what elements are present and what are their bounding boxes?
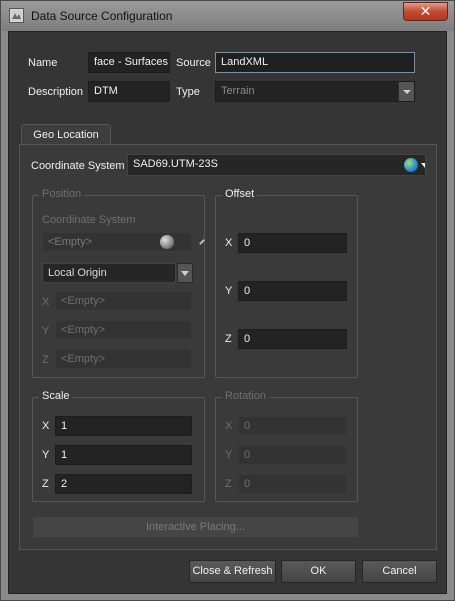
position-coord-system-label: Coordinate System bbox=[42, 214, 136, 226]
rotation-z-field[interactable]: 0 bbox=[238, 474, 347, 494]
scale-group: Scale X 1 Y 1 Z 2 bbox=[32, 390, 205, 502]
offset-x-field[interactable]: 0 bbox=[238, 233, 347, 253]
dialog-window: Data Source Configuration ✕ Name face - … bbox=[0, 0, 455, 601]
scale-x-label: X bbox=[42, 420, 50, 432]
position-z-label: Z bbox=[42, 354, 49, 366]
scale-group-title: Scale bbox=[39, 390, 73, 402]
globe-icon bbox=[404, 158, 418, 172]
close-refresh-button[interactable]: Close & Refresh bbox=[189, 560, 276, 583]
coord-system-value: SAD69.UTM-23S bbox=[133, 158, 218, 170]
description-label: Description bbox=[28, 86, 84, 98]
coord-system-label: Coordinate System bbox=[31, 160, 125, 172]
dialog-client: Name face - Surfaces Source LandXML Desc… bbox=[8, 31, 447, 594]
origin-select[interactable]: Local Origin bbox=[42, 263, 176, 283]
sphere-icon bbox=[160, 235, 174, 249]
name-field[interactable]: face - Surfaces bbox=[88, 52, 170, 73]
position-x-field[interactable]: <Empty> bbox=[55, 291, 192, 311]
title-bar[interactable]: Data Source Configuration ✕ bbox=[1, 1, 454, 31]
offset-group-title: Offset bbox=[222, 188, 258, 200]
rotation-y-field[interactable]: 0 bbox=[238, 445, 347, 465]
name-label: Name bbox=[28, 57, 58, 69]
type-select[interactable]: Terrain bbox=[215, 81, 415, 102]
cancel-button[interactable]: Cancel bbox=[362, 560, 437, 583]
tab-geo-location[interactable]: Geo Location bbox=[21, 124, 111, 146]
geo-location-panel: Coordinate System SAD69.UTM-23S Position… bbox=[19, 144, 437, 550]
interactive-placing-button[interactable]: Interactive Placing... bbox=[32, 516, 359, 538]
rotation-x-field[interactable]: 0 bbox=[238, 416, 347, 436]
offset-z-field[interactable]: 0 bbox=[238, 329, 347, 349]
description-field[interactable]: DTM bbox=[88, 81, 170, 102]
position-z-field[interactable]: <Empty> bbox=[55, 349, 192, 369]
chevron-down-icon bbox=[398, 82, 414, 101]
chevron-down-icon bbox=[421, 163, 425, 168]
position-y-field[interactable]: <Empty> bbox=[55, 320, 192, 340]
scale-x-field[interactable]: 1 bbox=[55, 416, 192, 436]
position-group-title: Position bbox=[39, 188, 85, 200]
offset-group: Offset X 0 Y 0 Z 0 bbox=[215, 188, 358, 378]
origin-dropdown-button[interactable] bbox=[177, 263, 193, 283]
rotation-group: Rotation X 0 Y 0 Z 0 bbox=[215, 390, 358, 502]
rotation-x-label: X bbox=[225, 420, 233, 432]
offset-z-label: Z bbox=[225, 333, 232, 345]
source-label: Source bbox=[176, 57, 211, 69]
origin-select-value: Local Origin bbox=[48, 267, 107, 279]
close-button[interactable]: ✕ bbox=[403, 2, 448, 21]
position-coord-system-field[interactable]: <Empty> bbox=[42, 232, 192, 252]
ok-button[interactable]: OK bbox=[281, 560, 356, 583]
rotation-z-label: Z bbox=[225, 478, 232, 490]
window-title: Data Source Configuration bbox=[31, 9, 173, 23]
position-y-label: Y bbox=[42, 325, 50, 337]
type-select-value: Terrain bbox=[221, 85, 255, 97]
position-group: Position Coordinate System <Empty> Local… bbox=[32, 188, 205, 378]
scale-y-label: Y bbox=[42, 449, 50, 461]
offset-y-label: Y bbox=[225, 285, 233, 297]
source-field[interactable]: LandXML bbox=[215, 52, 415, 73]
edit-icon[interactable] bbox=[199, 239, 205, 245]
position-x-label: X bbox=[42, 296, 50, 308]
scale-z-label: Z bbox=[42, 478, 49, 490]
chevron-down-icon bbox=[181, 271, 189, 276]
position-coord-system-value: <Empty> bbox=[48, 236, 93, 248]
offset-y-field[interactable]: 0 bbox=[238, 281, 347, 301]
scale-z-field[interactable]: 2 bbox=[55, 474, 192, 494]
rotation-y-label: Y bbox=[225, 449, 233, 461]
offset-x-label: X bbox=[225, 237, 233, 249]
rotation-group-title: Rotation bbox=[222, 390, 269, 402]
scale-y-field[interactable]: 1 bbox=[55, 445, 192, 465]
coord-system-select[interactable]: SAD69.UTM-23S bbox=[127, 154, 426, 176]
type-label: Type bbox=[176, 86, 200, 98]
app-icon bbox=[9, 8, 24, 23]
